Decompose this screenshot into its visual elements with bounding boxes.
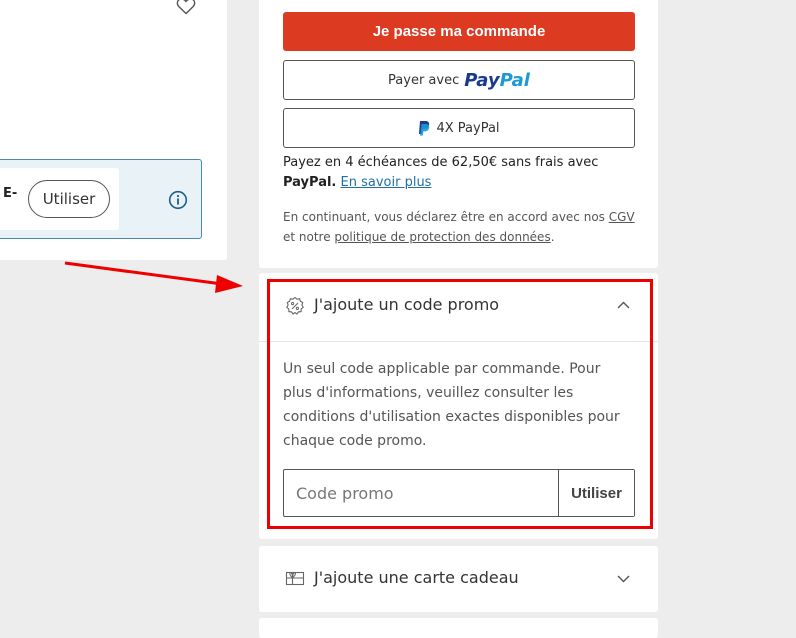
legal-text-1: En continuant, vous déclarez être en acc…	[283, 210, 609, 224]
annotation-arrow	[64, 261, 243, 293]
voucher-inner: E- Utiliser	[0, 168, 119, 230]
voucher-code-fragment: E-	[3, 186, 18, 201]
paypal-button-label: Payer avec	[388, 72, 460, 88]
voucher-box: E- Utiliser	[0, 159, 202, 239]
paypal-button[interactable]: Payer avec PayPal	[283, 60, 635, 100]
cgv-link[interactable]: CGV	[609, 210, 635, 224]
place-order-button[interactable]: Je passe ma commande	[283, 12, 635, 51]
learn-more-link[interactable]: En savoir plus	[341, 175, 432, 190]
privacy-policy-link[interactable]: politique de protection des données	[334, 230, 550, 244]
heart-icon[interactable]	[176, 0, 196, 15]
chevron-down-icon[interactable]	[617, 575, 630, 583]
paypal-4x-label: 4X PayPal	[436, 120, 500, 136]
next-section-card	[259, 618, 658, 638]
checkout-summary-card: Je passe ma commande Payer avec PayPal 4…	[259, 0, 658, 268]
paypal-logo-icon	[419, 120, 430, 136]
highlight-box	[267, 279, 653, 529]
installments-text: Payez en 4 échéances de 62,50€ sans frai…	[283, 153, 643, 193]
use-voucher-button[interactable]: Utiliser	[28, 180, 110, 218]
installments-brand: PayPal.	[283, 175, 337, 190]
installments-sentence: Payez en 4 échéances de 62,50€ sans frai…	[283, 155, 599, 170]
paypal-4x-button[interactable]: 4X PayPal	[283, 108, 635, 148]
paypal-wordmark: PayPal	[464, 70, 530, 91]
gift-card-title: J'ajoute une carte cadeau	[314, 568, 519, 587]
info-icon[interactable]	[168, 190, 188, 210]
legal-text-3: .	[550, 230, 555, 244]
paypal-wordmark-pal: Pal	[499, 69, 530, 91]
paypal-wordmark-pay: Pay	[464, 69, 500, 91]
gift-card-toggle[interactable]: J'ajoute une carte cadeau	[259, 546, 658, 612]
gift-icon	[285, 571, 305, 586]
legal-text-2: et notre	[283, 230, 335, 244]
legal-notice: En continuant, vous déclarez être en acc…	[283, 207, 643, 247]
